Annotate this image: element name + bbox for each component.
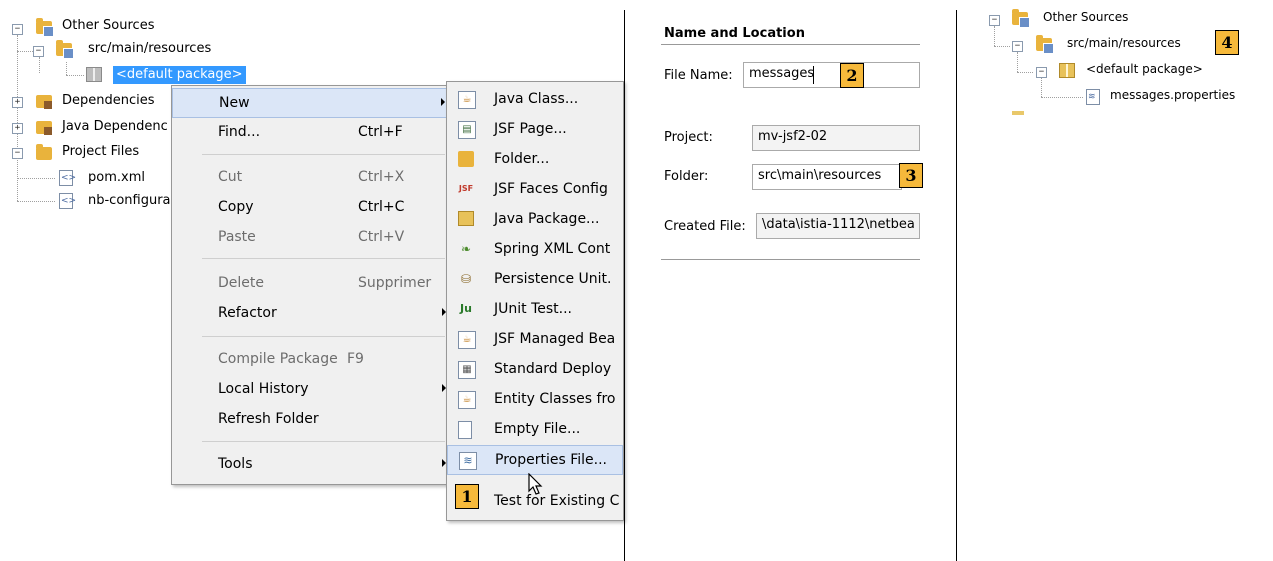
menu-item-local-history[interactable]: Local History: [172, 375, 448, 405]
tree-item-nb-configuration[interactable]: nb-configura: [88, 193, 171, 208]
other-sources-folder-icon: [1012, 9, 1030, 28]
file-name-input[interactable]: messages: [743, 62, 920, 88]
expand-toggle[interactable]: +: [12, 123, 23, 134]
project-field: mv-jsf2-02: [752, 125, 920, 151]
submenu-item-spring-xml[interactable]: ❧ Spring XML Cont: [447, 235, 623, 265]
panel-divider: [956, 10, 957, 561]
tree-item-pom[interactable]: pom.xml: [88, 170, 145, 185]
tree-item-default-package[interactable]: <default package>: [113, 66, 246, 84]
collapse-toggle[interactable]: −: [989, 15, 1000, 26]
tree-item-src-main-resources[interactable]: src/main/resources: [88, 41, 211, 56]
properties-file-icon: ≋: [459, 452, 477, 470]
submenu-item-properties-file[interactable]: ≋ Properties File...: [447, 445, 623, 475]
section-header: Name and Location: [664, 26, 805, 41]
menu-item-copy[interactable]: Copy Ctrl+C: [172, 193, 448, 223]
context-menu: New Find... Ctrl+F Cut Ctrl+X Copy Ctrl+…: [171, 85, 449, 485]
project-label: Project:: [664, 130, 713, 145]
java-class-icon: ☕: [458, 91, 476, 109]
tree-item-project-files[interactable]: Project Files: [62, 144, 139, 159]
submenu-item-persistence-unit[interactable]: ⛁ Persistence Unit.: [447, 265, 623, 295]
folder-label: Folder:: [664, 169, 709, 184]
folder-input[interactable]: src\main\resources: [752, 164, 902, 190]
new-submenu: ☕ Java Class... ▤ JSF Page... Folder... …: [446, 81, 624, 521]
expand-toggle[interactable]: +: [12, 97, 23, 108]
submenu-item-jsf-page[interactable]: ▤ JSF Page...: [447, 115, 623, 145]
properties-file-icon: ≋: [1086, 89, 1100, 105]
dependencies-icon: [36, 95, 52, 109]
java-dependencies-icon: [36, 121, 52, 135]
tree-item-src-main-resources[interactable]: src/main/resources: [1067, 36, 1181, 50]
tree-item-other-sources[interactable]: Other Sources: [62, 18, 154, 33]
panel-divider: [624, 10, 625, 561]
resources-folder-icon: [56, 40, 74, 59]
folder-icon: [458, 151, 474, 167]
tree-item-default-package[interactable]: <default package>: [1086, 62, 1203, 76]
submenu-item-jsf-managed-bean[interactable]: ☕ JSF Managed Bea: [447, 325, 623, 355]
created-file-label: Created File:: [664, 219, 746, 234]
jsf-page-icon: ▤: [458, 121, 476, 139]
junit-icon: Ju: [460, 302, 472, 315]
tree-item-dependencies[interactable]: Dependencies: [62, 93, 155, 108]
resources-folder-icon: [1036, 35, 1054, 54]
xml-file-icon: <>: [59, 193, 76, 209]
submenu-item-java-class[interactable]: ☕ Java Class...: [447, 85, 623, 115]
submenu-item-junit-test[interactable]: Ju JUnit Test...: [447, 295, 623, 325]
persistence-unit-icon: ⛁: [460, 272, 472, 286]
created-file-field: \data\istia-1112\netbea: [756, 213, 920, 239]
collapse-toggle[interactable]: −: [33, 46, 44, 57]
package-icon: [86, 67, 102, 82]
collapse-toggle[interactable]: −: [12, 24, 23, 35]
step-badge-3: 3: [899, 163, 923, 188]
tree-item-messages-properties[interactable]: messages.properties: [1110, 88, 1235, 102]
step-badge-1: 1: [455, 484, 479, 509]
submenu-item-java-package[interactable]: Java Package...: [447, 205, 623, 235]
empty-file-icon: [458, 421, 472, 439]
submenu-item-folder[interactable]: Folder...: [447, 145, 623, 175]
xml-file-icon: <>: [59, 170, 76, 186]
project-files-icon: [36, 144, 52, 160]
spring-xml-icon: ❧: [460, 242, 472, 256]
java-package-icon: [458, 211, 474, 226]
submenu-item-entity-classes[interactable]: ☕ Entity Classes fro: [447, 385, 623, 415]
menu-item-compile-package[interactable]: Compile Package F9: [172, 345, 448, 375]
menu-item-refactor[interactable]: Refactor: [172, 299, 448, 329]
menu-item-refresh-folder[interactable]: Refresh Folder: [172, 405, 448, 435]
tree-item-other-sources[interactable]: Other Sources: [1043, 10, 1128, 24]
entity-classes-icon: ☕: [458, 391, 476, 409]
submenu-item-standard-deploy[interactable]: ▦ Standard Deploy: [447, 355, 623, 385]
menu-item-delete[interactable]: Delete Supprimer: [172, 269, 448, 299]
step-badge-4: 4: [1215, 30, 1239, 55]
submenu-item-empty-file[interactable]: Empty File...: [447, 415, 623, 445]
menu-item-cut[interactable]: Cut Ctrl+X: [172, 163, 448, 193]
step-badge-2: 2: [840, 63, 864, 88]
menu-item-new[interactable]: New: [172, 88, 448, 118]
collapse-toggle[interactable]: −: [1012, 41, 1023, 52]
submenu-item-jsf-faces-config[interactable]: JSF JSF Faces Config: [447, 175, 623, 205]
other-sources-folder-icon: [36, 18, 54, 37]
mouse-cursor-icon: [528, 473, 543, 495]
menu-item-tools[interactable]: Tools: [172, 450, 448, 480]
tree-item-java-dependencies[interactable]: Java Dependenc: [62, 119, 168, 134]
menu-item-paste[interactable]: Paste Ctrl+V: [172, 223, 448, 253]
jsf-managed-bean-icon: ☕: [458, 331, 476, 349]
menu-item-find[interactable]: Find... Ctrl+F: [172, 118, 448, 148]
jsf-faces-config-icon: JSF: [458, 184, 474, 193]
package-icon: [1059, 63, 1075, 78]
standard-deploy-icon: ▦: [458, 361, 476, 379]
collapse-toggle[interactable]: −: [1036, 67, 1047, 78]
file-name-label: File Name:: [664, 68, 733, 83]
